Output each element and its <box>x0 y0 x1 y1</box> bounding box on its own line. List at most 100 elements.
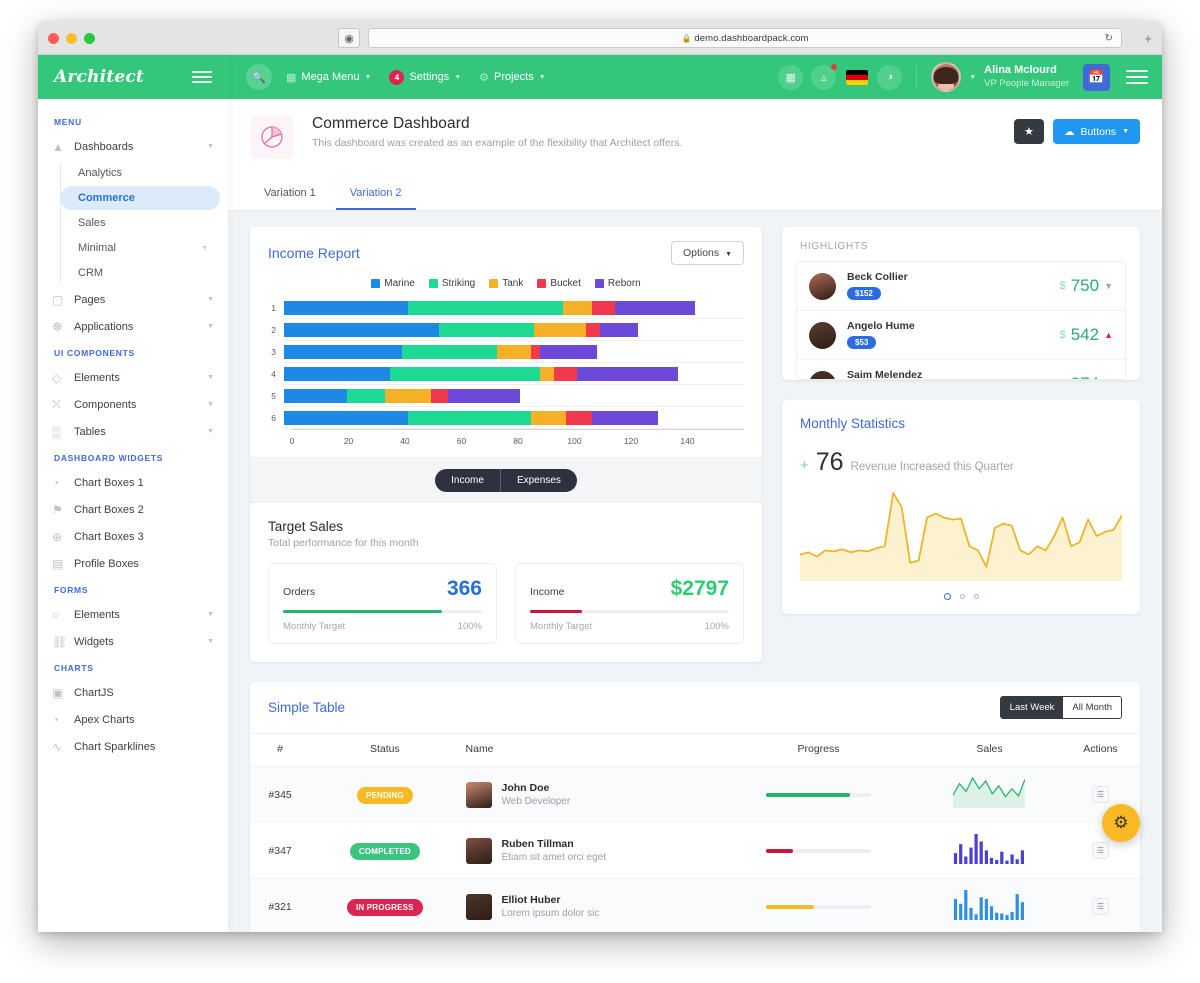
settings-fab[interactable]: ⚙ <box>1102 804 1140 842</box>
chart-y-tick: 6 <box>271 413 276 423</box>
smiley-icon[interactable]: ◑ <box>877 64 903 90</box>
brand-bar: Architect <box>38 55 228 99</box>
right-column: HIGHLIGHTS Beck Collier $152 $750 ▼ Angelo H… <box>782 227 1140 614</box>
tab-variation-2[interactable]: Variation 2 <box>335 179 416 210</box>
carousel-dots[interactable] <box>782 581 1140 614</box>
chart-x-tick: 140 <box>680 436 695 446</box>
buttons-dropdown[interactable]: ☁ Buttons ▼ <box>1052 119 1140 144</box>
apps-grid-icon[interactable]: ▦ <box>778 64 804 90</box>
tab-expenses[interactable]: Expenses <box>499 469 577 492</box>
target-sales-box: Orders 366 Monthly Target 100% <box>268 563 497 644</box>
tab-variation-1[interactable]: Variation 1 <box>250 179 330 210</box>
topbar-item-label: Settings <box>409 71 450 83</box>
tab-income[interactable]: Income <box>435 469 500 492</box>
bell-icon[interactable]: ▵ <box>811 63 838 90</box>
row-actions-button[interactable]: ☰ <box>1091 786 1109 803</box>
sparkline-line <box>952 776 1027 808</box>
bar-segment-marine <box>284 389 348 403</box>
maximize-window-button[interactable] <box>84 32 95 44</box>
sidebar-item-dashboards[interactable]: ▲ Dashboards ▼ <box>38 133 228 160</box>
sidebar-item-chart-boxes-1[interactable]: ◔ Chart Boxes 1 <box>38 469 228 496</box>
table-column-header: Actions <box>1060 733 1140 767</box>
highlight-amount: 874 <box>1071 374 1099 379</box>
sidebar-item-crm[interactable]: CRM <box>60 261 220 285</box>
sidebar-item-apex-charts[interactable]: ◔ Apex Charts <box>38 706 228 733</box>
flag-de-icon[interactable] <box>844 65 869 90</box>
minimize-window-button[interactable] <box>66 32 77 44</box>
bar-segment-tank <box>562 301 592 315</box>
sidebar-item-pages[interactable]: ▢ Pages ▼ <box>38 286 228 313</box>
topbar-divider <box>916 65 918 89</box>
carousel-dot[interactable] <box>943 593 951 600</box>
sidebar-item-chart-boxes-2[interactable]: ⚑ Chart Boxes 2 <box>38 496 228 523</box>
chart-row: 3 <box>268 341 744 363</box>
sidebar-item-profile-boxes[interactable]: ▤ Profile Boxes <box>38 550 228 577</box>
sidebar-item-analytics[interactable]: Analytics <box>60 161 220 185</box>
currency-symbol: $ <box>1059 280 1066 292</box>
bulb-icon: ○ <box>52 607 60 622</box>
sidebar-item-elements[interactable]: ◇ Elements ▼ <box>38 364 228 391</box>
search-icon[interactable]: 🔍 <box>246 64 272 90</box>
highlight-row[interactable]: Beck Collier $152 $750 ▼ <box>797 262 1125 311</box>
hamburger-icon[interactable] <box>1126 70 1148 84</box>
avatar <box>809 321 836 349</box>
sidebar-item-widgets[interactable]: ⛓ Widgets ▼ <box>38 628 228 655</box>
chevron-down-icon[interactable]: ▼ <box>969 74 976 81</box>
brand-logo[interactable]: Architect <box>54 67 144 87</box>
sidebar-item-minimal[interactable]: Minimal ▼ <box>60 236 220 260</box>
carousel-dot[interactable] <box>973 594 979 599</box>
star-icon[interactable]: ★ <box>1013 119 1044 144</box>
new-tab-button[interactable]: + <box>1144 31 1152 46</box>
progress-fill <box>530 610 582 613</box>
options-button[interactable]: Options ▼ <box>670 241 744 265</box>
highlight-badge: $53 <box>847 336 877 349</box>
close-window-button[interactable] <box>48 32 59 44</box>
sidebar-item-chart-boxes-3[interactable]: ⊕ Chart Boxes 3 <box>38 523 228 550</box>
address-bar[interactable]: 🔒 demo.dashboardpack.com ↻ <box>368 28 1122 48</box>
sidebar-toggle-icon[interactable] <box>192 71 212 83</box>
user-menu[interactable]: ▼ Alina Mclourd VP People Manager <box>931 62 1069 92</box>
row-actions-button[interactable]: ☰ <box>1091 898 1109 915</box>
pie-chart-icon: ◔ <box>52 475 60 490</box>
sidebar-item-commerce[interactable]: Commerce <box>60 186 220 210</box>
table-header-row: # Status Name Progress Sales Actions <box>250 733 1140 767</box>
sidebar-item-chartjs[interactable]: ▣ ChartJS <box>38 679 228 706</box>
sidebar-item-elements[interactable]: ○ Elements ▼ <box>38 601 228 628</box>
row-id: #347 <box>268 844 292 857</box>
status-badge: PENDING <box>356 787 413 804</box>
shield-icon[interactable]: ◉ <box>338 28 360 48</box>
carousel-dot[interactable] <box>959 594 965 599</box>
table-row[interactable]: #347 COMPLETED Ruben Tillman Etiam sit amet… <box>250 822 1140 879</box>
sidebar-item-chart-sparklines[interactable]: ∿ Chart Sparklines <box>38 733 228 760</box>
chart-track <box>284 407 744 429</box>
plus-icon: + <box>800 457 809 474</box>
bar-segment-tank <box>534 323 586 337</box>
bar-segment-bucket <box>554 367 578 381</box>
table-row[interactable]: #321 IN PROGRESS Elliot Huber Lorem ipsum d… <box>250 878 1140 932</box>
tab-last-week[interactable]: Last Week <box>1000 697 1064 718</box>
sidebar-item-components[interactable]: ⛌ Components ▼ <box>38 391 228 418</box>
highlight-row[interactable]: Angelo Hume $53 $542 ▲ <box>797 311 1125 360</box>
topbar-item-projects[interactable]: ⚙ Projects ▼ <box>479 71 546 84</box>
window-icon: ▢ <box>52 292 64 307</box>
calendar-icon[interactable]: 📅 <box>1083 63 1110 91</box>
sidebar-item-tables[interactable]: ▒ Tables ▼ <box>38 418 228 445</box>
reload-icon[interactable]: ↻ <box>1105 33 1113 44</box>
sidebar-item-label: Minimal <box>78 242 116 254</box>
highlight-row[interactable]: Saim Melendez$239$874▼ <box>797 360 1125 379</box>
bar-segment-marine <box>284 301 408 315</box>
sidebar-item-sales[interactable]: Sales <box>60 211 220 235</box>
chevron-down-icon: ▼ <box>725 251 732 258</box>
sidebar-section-title: CHARTS <box>54 663 94 673</box>
table-row[interactable]: #345 PENDING John Doe Web Developer ☰ <box>250 766 1140 823</box>
row-actions-button[interactable]: ☰ <box>1091 842 1109 859</box>
sidebar-item-applications[interactable]: ☸ Applications ▼ <box>38 313 228 340</box>
legend-swatch <box>537 279 547 288</box>
sidebar-item-label: Elements <box>74 371 120 384</box>
simple-table: # Status Name Progress Sales Actions #345 PEND… <box>250 733 1140 932</box>
window-controls[interactable] <box>48 32 95 44</box>
topbar-item-settings[interactable]: 4 Settings ▼ <box>389 69 461 85</box>
tab-all-month[interactable]: All Month <box>1063 697 1121 718</box>
topbar-item-mega-menu[interactable]: ▦ Mega Menu ▼ <box>286 71 371 84</box>
progress-bar <box>766 848 871 853</box>
